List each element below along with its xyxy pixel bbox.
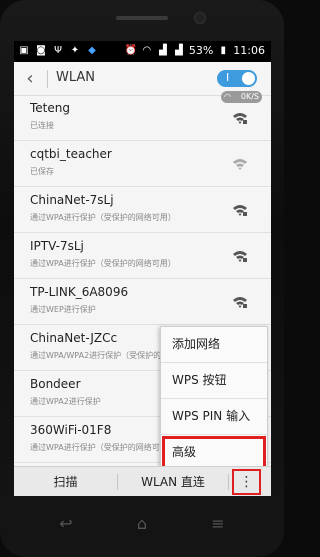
toggle-knob xyxy=(242,72,255,85)
network-name: Bondeer xyxy=(30,377,81,391)
overflow-menu: 添加网络 WPS 按钮 WPS PIN 输入 高级 xyxy=(160,326,268,471)
notification-icon: ▣ xyxy=(19,45,29,56)
scan-button[interactable]: 扫描 xyxy=(14,467,117,496)
wifi-locked-icon xyxy=(233,251,247,262)
network-status: 通过WPA进行保护（受保护的网络可用） xyxy=(30,213,176,222)
network-item[interactable]: ChinaNet-7sLj 通过WPA进行保护（受保护的网络可用） xyxy=(14,187,271,233)
speed-indicator: ◠ 0K/S xyxy=(221,91,262,103)
menu-item-add-network[interactable]: 添加网络 xyxy=(161,327,267,363)
battery-percent: 53% xyxy=(188,44,214,57)
network-name: 360WiFi-01F8 xyxy=(30,423,112,437)
network-name: TP-LINK_6A8096 xyxy=(30,285,129,299)
network-name: ChinaNet-7sLj xyxy=(30,193,114,207)
screenshot-icon: ◙ xyxy=(36,45,46,56)
network-name: ChinaNet-JZCc xyxy=(30,331,118,345)
hardware-nav-bar: ↩ ⌂ ≡ xyxy=(0,500,284,550)
wlan-toggle[interactable]: I xyxy=(217,70,257,87)
network-name: IPTV-7sLj xyxy=(30,239,84,253)
shield-icon: ◆ xyxy=(88,45,96,56)
wifi-locked-icon xyxy=(233,205,247,216)
wifi-icon: ◠ xyxy=(224,92,231,101)
screen: ▣ ◙ Ψ ✦ ◆ ⏰ ◠ ▟ ▟ 53% ▮ 11:06 ‹ WLAN I T… xyxy=(14,41,271,496)
clock: 11:06 xyxy=(233,44,265,57)
network-status: 通过WPA进行保护（受保护的网络可用） xyxy=(30,443,176,452)
speed-label: 0K/S xyxy=(240,92,259,101)
toggle-on-label: I xyxy=(226,71,230,84)
home-key-icon[interactable]: ⌂ xyxy=(127,514,157,533)
menu-item-wps-button[interactable]: WPS 按钮 xyxy=(161,363,267,399)
back-key-icon[interactable]: ↩ xyxy=(51,514,81,533)
usb-icon: Ψ xyxy=(54,45,62,56)
signal-icon: ▟ xyxy=(174,45,183,56)
menu-key-icon[interactable]: ≡ xyxy=(203,514,233,533)
battery-icon: ▮ xyxy=(220,45,227,56)
status-bar: ▣ ◙ Ψ ✦ ◆ ⏰ ◠ ▟ ▟ 53% ▮ 11:06 xyxy=(14,41,271,62)
speaker-grille xyxy=(116,16,168,20)
alarm-icon: ⏰ xyxy=(124,45,138,56)
divider xyxy=(47,70,48,88)
page-title: WLAN xyxy=(56,70,96,85)
network-item[interactable]: cqtbi_teacher 已保存 xyxy=(14,141,271,187)
network-status: 通过WEP进行保护 xyxy=(30,305,96,314)
bottom-action-bar: 扫描 WLAN 直连 ⋮ xyxy=(14,466,271,496)
debug-icon: ✦ xyxy=(70,45,80,56)
phone-frame: ▣ ◙ Ψ ✦ ◆ ⏰ ◠ ▟ ▟ 53% ▮ 11:06 ‹ WLAN I T… xyxy=(0,0,284,557)
network-name: Teteng xyxy=(30,101,70,115)
network-status: 已连接 xyxy=(30,121,54,130)
network-item[interactable]: IPTV-7sLj 通过WPA进行保护（受保护的网络可用） xyxy=(14,233,271,279)
network-status: 通过WPA进行保护（受保护的网络可用） xyxy=(30,259,176,268)
wifi-locked-icon xyxy=(233,297,247,308)
front-camera xyxy=(194,12,206,24)
signal-icon: ▟ xyxy=(158,45,167,56)
wifi-icon xyxy=(233,159,247,170)
back-arrow-icon[interactable]: ‹ xyxy=(20,69,40,89)
menu-item-wps-pin[interactable]: WPS PIN 输入 xyxy=(161,399,267,435)
network-status: 通过WPA2进行保护 xyxy=(30,397,101,406)
wlan-direct-button[interactable]: WLAN 直连 xyxy=(118,467,228,496)
wifi-icon: ◠ xyxy=(142,45,152,56)
divider xyxy=(228,474,229,490)
more-options-icon[interactable]: ⋮ xyxy=(232,469,261,495)
network-name: cqtbi_teacher xyxy=(30,147,112,161)
wifi-locked-icon xyxy=(233,113,247,124)
network-status: 已保存 xyxy=(30,167,54,176)
network-item[interactable]: TP-LINK_6A8096 通过WEP进行保护 xyxy=(14,279,271,325)
